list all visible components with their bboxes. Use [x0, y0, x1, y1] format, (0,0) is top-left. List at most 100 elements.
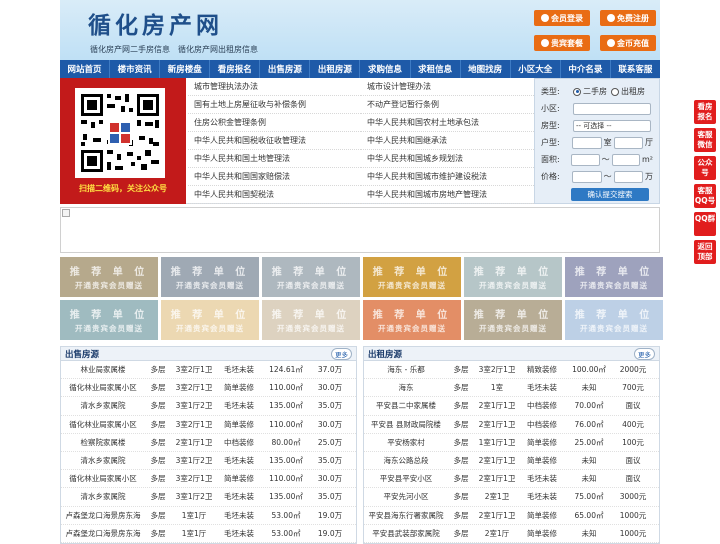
promo-tile[interactable]: 推 荐 单 位开通贵宾会员赠送: [161, 300, 259, 340]
size-min-input[interactable]: [571, 153, 600, 166]
nav-viewing-signup[interactable]: 看房报名: [210, 60, 261, 78]
size-max-input[interactable]: [611, 153, 640, 166]
radio-second-hand[interactable]: [573, 87, 581, 96]
sidebar-qq-group[interactable]: QQ群: [694, 212, 716, 236]
nav-want-rent[interactable]: 求租信息: [411, 60, 461, 78]
nav-new-homes[interactable]: 新房楼盘: [160, 60, 211, 78]
promo-tile[interactable]: 推 荐 单 位开通贵宾会员赠送: [565, 257, 663, 297]
law-link[interactable]: 中华人民共和国城市房地产管理法: [361, 186, 534, 204]
hall-unit: 厅: [644, 138, 653, 147]
promo-subtitle: 开通贵宾会员赠送: [277, 324, 345, 333]
hall-select[interactable]: [613, 136, 643, 149]
table-row[interactable]: 卢森堡龙口海景房东海 多层 1室1厅 毛坯未装 53.00㎡ 19.0万: [61, 507, 356, 525]
table-row[interactable]: 平安县平安小区 多层 2室1厅1卫 毛坯未装 未知 面议: [364, 470, 659, 489]
coin-recharge-button[interactable]: 金币充值: [600, 35, 656, 51]
law-link[interactable]: 国有土地上房屋征收与补偿条例: [188, 96, 361, 114]
table-cell: 卢森堡龙口海景房东海: [65, 528, 141, 538]
nav-agents[interactable]: 中介名录: [561, 60, 611, 78]
table-row[interactable]: 清水乡家属院 多层 3室1厅2卫 毛坯未装 135.00㎡ 35.0万: [61, 397, 356, 416]
sidebar-official-account[interactable]: 公众号: [694, 156, 716, 180]
room-select[interactable]: [572, 136, 602, 149]
member-login-button[interactable]: 会员登录: [534, 10, 590, 26]
table-row[interactable]: 海东 多层 1室 毛坯未装 未知 700元: [364, 379, 659, 398]
law-link[interactable]: 中华人民共和国土地管理法: [188, 150, 361, 168]
sidebar-back-to-top[interactable]: 返回顶部: [694, 240, 716, 264]
sidebar-viewing-signup[interactable]: 看房报名: [694, 100, 716, 124]
law-link[interactable]: 城市管理执法办法: [188, 78, 361, 96]
promo-title: 推 荐 单 位: [574, 267, 654, 278]
table-row[interactable]: 检察院家属楼 多层 2室1厅1卫 中档装修 80.00㎡ 25.0万: [61, 434, 356, 452]
law-link[interactable]: 中华人民共和国税收征收管理法: [188, 132, 361, 150]
promo-tile[interactable]: 推 荐 单 位开通贵宾会员赠送: [363, 300, 461, 340]
table-cell: 毛坯未装: [527, 383, 557, 393]
house-type-select[interactable]: -- 可选择 --: [573, 119, 651, 132]
promo-tile[interactable]: 推 荐 单 位开通贵宾会员赠送: [565, 300, 663, 340]
law-link[interactable]: 中华人民共和国城市维护建设税法: [361, 168, 534, 186]
price-min-input[interactable]: [572, 170, 602, 183]
table-cell: 平安县武装部家属院: [372, 528, 440, 538]
table-row[interactable]: 平安县 县财政局院楼 多层 2室1厅1卫 中档装修 76.00㎡ 400元: [364, 416, 659, 434]
table-row[interactable]: 卢森堡龙口海景房东海 多层 1室1厅 毛坯未装 53.00㎡ 19.0万: [61, 525, 356, 543]
promo-tile[interactable]: 推 荐 单 位开通贵宾会员赠送: [464, 257, 562, 297]
promo-tile[interactable]: 推 荐 单 位开通贵宾会员赠送: [262, 257, 360, 297]
table-row[interactable]: 平安县武装部家属院 多层 2室1厅 简单装修 未知 1000元: [364, 525, 659, 543]
sidebar-service-qq[interactable]: 客服QQ号: [694, 184, 716, 208]
promo-subtitle: 开通贵宾会员赠送: [176, 324, 244, 333]
sale-more-button[interactable]: 更多: [331, 347, 352, 360]
search-submit-button[interactable]: 确认提交搜索: [571, 188, 649, 201]
nav-for-sale[interactable]: 出售房源: [260, 60, 311, 78]
law-link[interactable]: 中华人民共和国国家赔偿法: [188, 168, 361, 186]
qr-caption: 扫描二维码，关注公众号: [79, 184, 167, 193]
table-row[interactable]: 循化林业局家属小区 多层 3室2厅1卫 简单装修 110.00㎡ 30.0万: [61, 416, 356, 434]
free-register-button[interactable]: 免费注册: [600, 10, 656, 26]
law-link[interactable]: 中华人民共和国契税法: [188, 186, 361, 204]
table-cell: 毛坯未装: [224, 510, 254, 520]
nav-for-rent[interactable]: 出租房源: [310, 60, 361, 78]
table-row[interactable]: 循化林业局家属小区 多层 3室2厅1卫 简单装修 110.00㎡ 30.0万: [61, 379, 356, 398]
radio-rental[interactable]: [611, 87, 619, 96]
promo-tile[interactable]: 推 荐 单 位开通贵宾会员赠送: [262, 300, 360, 340]
law-link[interactable]: 中华人民共和国农村土地承包法: [361, 114, 534, 132]
promo-title: 推 荐 单 位: [473, 267, 553, 278]
table-row[interactable]: 海东 - 乐都 多层 3室2厅1卫 精致装修 100.00㎡ 2000元: [364, 361, 659, 380]
table-cell: 3000元: [619, 492, 647, 502]
site-header: 循化房产网 循化房产网二手房信息 循化房产网出租房信息 会员登录 免费注册 贵宾…: [60, 0, 660, 60]
law-link[interactable]: 中华人民共和国城乡规划法: [361, 150, 534, 168]
promo-subtitle: 开通贵宾会员赠送: [580, 324, 648, 333]
promo-tile[interactable]: 推 荐 单 位开通贵宾会员赠送: [60, 257, 158, 297]
table-row[interactable]: 平安杨家村 多层 1室1厅1卫 简单装修 25.00㎡ 100元: [364, 434, 659, 452]
nav-communities[interactable]: 小区大全: [511, 60, 561, 78]
table-cell: 海东公路总段: [383, 456, 429, 466]
main-nav: 网站首页 楼市资讯 新房楼盘 看房报名 出售房源 出租房源 求购信息 求租信息 …: [60, 60, 660, 78]
nav-news[interactable]: 楼市资讯: [110, 60, 161, 78]
promo-title: 推 荐 单 位: [473, 310, 553, 321]
promo-tile[interactable]: 推 荐 单 位开通贵宾会员赠送: [464, 300, 562, 340]
ad-banner[interactable]: [60, 207, 660, 253]
nav-map-search[interactable]: 地图找房: [461, 60, 511, 78]
law-link[interactable]: 不动产登记暂行条例: [361, 96, 534, 114]
table-row[interactable]: 平安先河小区 多层 2室1卫 毛坯未装 75.00㎡ 3000元: [364, 488, 659, 507]
site-logo[interactable]: 循化房产网: [88, 6, 223, 40]
table-row[interactable]: 清水乡家属院 多层 3室1厅2卫 毛坯未装 135.00㎡ 35.0万: [61, 452, 356, 471]
promo-tile[interactable]: 推 荐 单 位开通贵宾会员赠送: [363, 257, 461, 297]
rent-more-button[interactable]: 更多: [634, 347, 655, 360]
nav-contact[interactable]: 联系客服: [611, 60, 660, 78]
price-max-input[interactable]: [613, 170, 643, 183]
nav-want-buy[interactable]: 求购信息: [360, 60, 411, 78]
table-row[interactable]: 林业局家属楼 多层 3室2厅1卫 毛坯未装 124.61㎡ 37.0万: [61, 361, 356, 380]
table-row[interactable]: 平安县海东行署家属院 多层 2室1厅1卫 简单装修 65.00㎡ 1000元: [364, 507, 659, 525]
promo-tile[interactable]: 推 荐 单 位开通贵宾会员赠送: [60, 300, 158, 340]
law-link[interactable]: 中华人民共和国继承法: [361, 132, 534, 150]
table-row[interactable]: 平安县二中家属楼 多层 2室1厅1卫 中档装修 70.00㎡ 面议: [364, 397, 659, 416]
sidebar-service-wechat[interactable]: 客服微信: [694, 128, 716, 152]
community-input[interactable]: [573, 102, 651, 115]
table-row[interactable]: 清水乡家属院 多层 3室1厅2卫 毛坯未装 135.00㎡ 35.0万: [61, 488, 356, 507]
table-row[interactable]: 海东公路总段 多层 2室1厅1卫 简单装修 未知 面议: [364, 452, 659, 471]
law-link[interactable]: 住房公积金管理条例: [188, 114, 361, 132]
law-link[interactable]: 城市设计管理办法: [361, 78, 534, 96]
table-row[interactable]: 循化林业局家属小区 多层 3室2厅1卫 简单装修 110.00㎡ 30.0万: [61, 470, 356, 489]
table-cell: 毛坯未装: [224, 528, 254, 538]
nav-home[interactable]: 网站首页: [60, 60, 111, 78]
vip-package-button[interactable]: 贵宾套餐: [534, 35, 590, 51]
promo-tile[interactable]: 推 荐 单 位开通贵宾会员赠送: [161, 257, 259, 297]
